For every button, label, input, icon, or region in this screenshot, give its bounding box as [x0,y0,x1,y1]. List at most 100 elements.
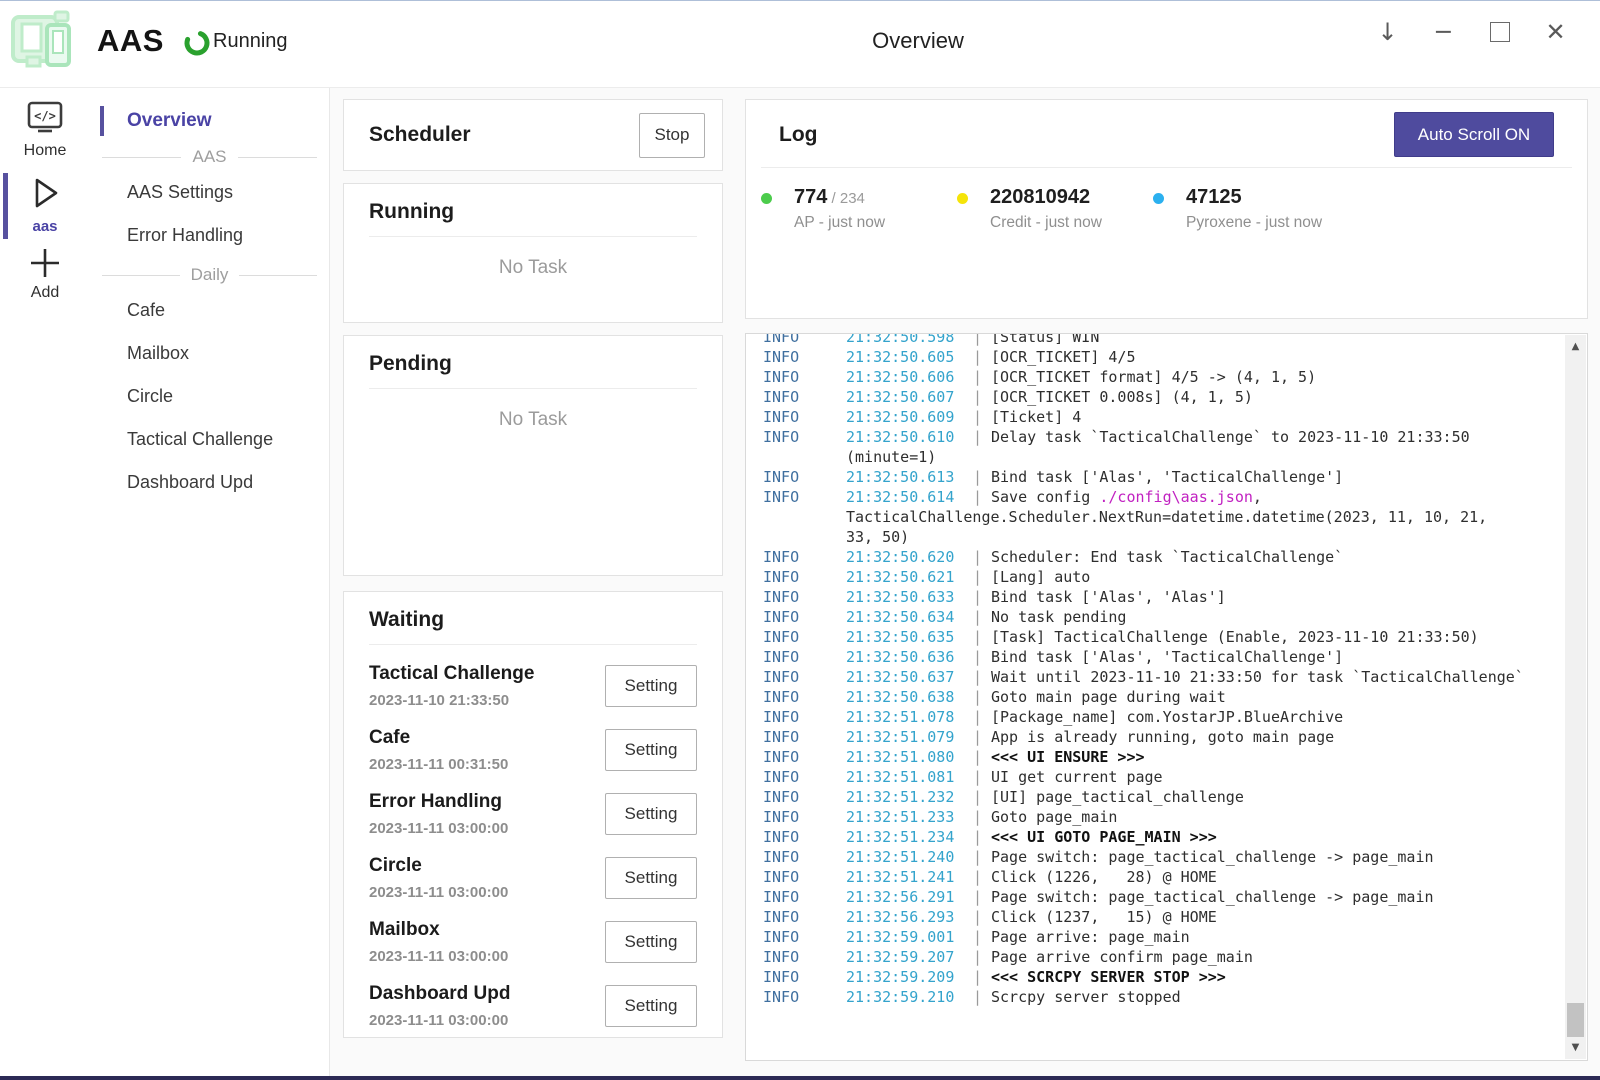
nav-group-label: AAS [192,147,226,167]
log-separator: | [973,407,991,427]
dashboard-stat: 47125Pyroxene - just now [1153,186,1349,232]
log-card: Log Auto Scroll ON 774 / 234AP - just no… [745,99,1588,319]
nav-item-dashboard-upd[interactable]: Dashboard Upd [90,461,329,504]
task-setting-button[interactable]: Setting [605,985,697,1027]
log-level: INFO [763,547,846,567]
scroll-down-icon[interactable]: ▼ [1565,1042,1586,1053]
divider [761,167,1572,168]
nav-item-aas-settings[interactable]: AAS Settings [90,171,329,214]
close-button[interactable]: ✕ [1537,12,1574,52]
divider-line [239,275,317,276]
icon-rail: </> Home aas Add [0,87,91,1076]
log-separator: | [973,887,991,907]
task-name: Cafe [369,727,508,749]
log-line: INFO21:32:50.637|Wait until 2023-11-10 2… [746,667,1565,687]
active-indicator [3,173,8,239]
log-message: No task pending [991,607,1565,627]
rail-item-add[interactable]: Add [0,245,90,302]
log-line: INFO21:32:50.634|No task pending [746,607,1565,627]
nav-item-mailbox[interactable]: Mailbox [90,332,329,375]
download-update-button[interactable]: ↓ [1369,12,1406,52]
auto-scroll-toggle[interactable]: Auto Scroll ON [1394,112,1554,157]
rail-item-label: Home [24,142,67,160]
task-setting-button[interactable]: Setting [605,665,697,707]
nav-item-tactical-challenge[interactable]: Tactical Challenge [90,418,329,461]
log-line: 33, 50) [746,527,1565,547]
log-timestamp: 21:32:59.209 [846,967,973,987]
main-content: Scheduler Stop Running No Task Pending N… [330,87,1600,1076]
log-line: INFO21:32:51.241|Click (1226, 28) @ HOME [746,867,1565,887]
log-message-continuation: 33, 50) [846,527,1565,547]
running-spinner-icon [183,29,211,57]
log-separator: | [973,567,991,587]
log-separator: | [973,727,991,747]
scroll-up-icon[interactable]: ▲ [1565,341,1586,352]
log-line: INFO21:32:50.614|Save config ./config\aa… [746,487,1565,507]
nav-item-circle[interactable]: Circle [90,375,329,418]
log-line: INFO21:32:50.607|[OCR_TICKET 0.008s] (4,… [746,387,1565,407]
log-timestamp: 21:32:56.291 [846,887,973,907]
nav-item-error-handling[interactable]: Error Handling [90,214,329,257]
waiting-task-row: Dashboard Upd2023-11-11 03:00:00Setting [369,983,697,1029]
rail-item-home[interactable]: </> Home [0,99,90,160]
task-setting-button[interactable]: Setting [605,793,697,835]
log-timestamp: 21:32:50.637 [846,667,973,687]
stat-value-line: 774 / 234 [794,186,885,209]
log-line: (minute=1) [746,447,1565,467]
minimize-button[interactable]: ─ [1425,12,1462,52]
divider [369,236,697,237]
nav-item-label: Error Handling [127,225,243,246]
log-separator: | [973,647,991,667]
stop-button[interactable]: Stop [639,113,705,158]
log-level: INFO [763,887,846,907]
log-timestamp: 21:32:51.080 [846,747,973,767]
log-separator: | [973,767,991,787]
stat-value-line: 220810942 [990,186,1102,209]
log-timestamp: 21:32:59.210 [846,987,973,1007]
log-message: <<< UI GOTO PAGE_MAIN >>> [991,827,1565,847]
log-message: [UI] page_tactical_challenge [991,787,1565,807]
log-timestamp: 21:32:51.079 [846,727,973,747]
rail-item-aas[interactable]: aas [0,171,90,235]
nav-item-cafe[interactable]: Cafe [90,289,329,332]
log-message: Goto page_main [991,807,1565,827]
window-bottom-edge [0,1076,1600,1080]
log-separator: | [973,707,991,727]
log-timestamp: 21:32:51.081 [846,767,973,787]
log-line: INFO21:32:51.234|<<< UI GOTO PAGE_MAIN >… [746,827,1565,847]
log-level: INFO [763,407,846,427]
nav-item-label: AAS Settings [127,182,233,203]
log-message: Bind task ['Alas', 'TacticalChallenge'] [991,467,1565,487]
task-setting-button[interactable]: Setting [605,857,697,899]
log-timestamp: 21:32:51.232 [846,787,973,807]
log-message: Scrcpy server stopped [991,987,1565,1007]
rail-item-label: Add [31,284,59,302]
scrollbar-thumb[interactable] [1567,1003,1584,1037]
task-setting-button[interactable]: Setting [605,921,697,963]
log-scrollbar[interactable]: ▲ ▼ [1565,335,1586,1059]
nav-item-label: Circle [127,386,173,407]
log-message: Wait until 2023-11-10 21:33:50 for task … [991,667,1565,687]
nav-item-overview[interactable]: Overview [90,103,329,139]
rail-item-label: aas [32,218,57,235]
log-line: INFO21:32:50.609|[Ticket] 4 [746,407,1565,427]
pending-empty-text: No Task [369,409,697,431]
log-separator: | [973,787,991,807]
log-level: INFO [763,607,846,627]
app-logo-icon [10,9,76,73]
divider [369,644,697,645]
log-message-continuation: (minute=1) [846,447,1565,467]
scheduler-status-text: Running [213,30,288,53]
log-message: [OCR_TICKET 0.008s] (4, 1, 5) [991,387,1565,407]
maximize-button[interactable] [1481,12,1518,52]
scheduler-title: Scheduler [369,123,471,147]
log-message: <<< SCRCPY SERVER STOP >>> [991,967,1565,987]
log-level: INFO [763,333,846,347]
nav-group-divider: Daily [102,261,317,289]
log-message: [OCR_TICKET] 4/5 [991,347,1565,367]
task-setting-button[interactable]: Setting [605,729,697,771]
play-icon [23,171,67,215]
divider-line [238,157,317,158]
log-line: INFO21:32:50.605|[OCR_TICKET] 4/5 [746,347,1565,367]
log-timestamp: 21:32:56.293 [846,907,973,927]
